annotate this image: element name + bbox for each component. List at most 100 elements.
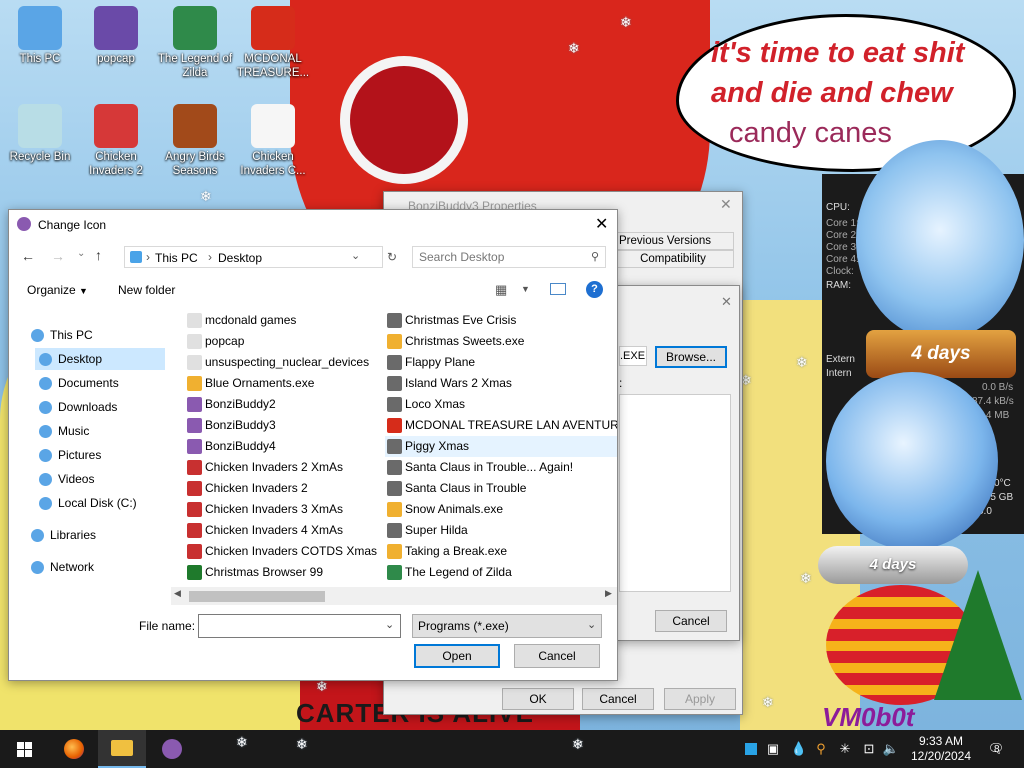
props-cancel-button[interactable]: Cancel [582, 688, 654, 710]
clock[interactable]: 9:33 AM 12/20/2024 [906, 730, 976, 768]
desktop-icon-the-legend-of-zilda[interactable]: The Legend of Zilda [157, 6, 233, 80]
file-item[interactable]: BonziBuddy4 [185, 436, 385, 457]
firefox-taskbar-button[interactable] [50, 730, 98, 768]
open-button[interactable]: Open [414, 644, 500, 668]
up-arrow-icon[interactable]: ↑ [95, 247, 102, 263]
desktop-icon-chicken-invaders-c[interactable]: Chicken Invaders C... [235, 104, 311, 178]
tray-app-icon[interactable]: ▣ [764, 730, 782, 768]
desktop-icon-popcap[interactable]: popcap [78, 6, 154, 66]
nav-item-downloads[interactable]: Downloads [35, 396, 165, 418]
snowglobe-top [856, 140, 1024, 340]
view-chevron-down-icon[interactable]: ▼ [521, 284, 530, 294]
nav-item-this-pc[interactable]: This PC [27, 324, 175, 346]
network-icon[interactable]: ⊡ [860, 730, 878, 768]
search-input[interactable]: Search Desktop ⚲ [412, 246, 606, 268]
file-item[interactable]: Super Hilda [385, 520, 617, 541]
nav-item-videos[interactable]: Videos [35, 468, 165, 490]
desktop-icon-chicken-invaders-2[interactable]: Chicken Invaders 2 [78, 104, 154, 178]
tab-compatibility[interactable]: Compatibility [612, 250, 734, 268]
file-item[interactable]: Santa Claus in Trouble [385, 478, 617, 499]
file-item[interactable]: mcdonald games [185, 310, 385, 331]
desktop-icon-angry-birds-seasons[interactable]: Angry Birds Seasons [157, 104, 233, 178]
sub-exe-field[interactable]: .EXE [619, 346, 647, 366]
icon-list-box[interactable] [619, 394, 731, 592]
file-item[interactable]: Christmas Browser 99 [185, 562, 385, 583]
file-item[interactable]: Santa Claus in Trouble... Again! [385, 457, 617, 478]
filename-input[interactable]: ⌄ [198, 614, 401, 638]
file-item[interactable]: Chicken Invaders COTDS Xmas [185, 541, 385, 562]
horizontal-scrollbar[interactable]: ◀ ▶ [171, 587, 617, 605]
tray-square-icon[interactable] [742, 730, 760, 768]
firefox-icon [64, 739, 84, 759]
file-item[interactable]: Christmas Eve Crisis [385, 310, 617, 331]
nav-item-desktop[interactable]: Desktop [35, 348, 165, 370]
breadcrumb-this-pc[interactable]: This PC [155, 251, 198, 265]
dialog-titlebar: Change Icon ✕ [9, 210, 617, 240]
file-item[interactable]: Taking a Break.exe [385, 541, 617, 562]
file-item[interactable]: Blue Ornaments.exe [185, 373, 385, 394]
nav-item-network[interactable]: Network [27, 556, 175, 578]
organize-menu[interactable]: Organize ▼ [27, 283, 88, 297]
file-item[interactable]: Chicken Invaders 2 XmAs [185, 457, 385, 478]
nav-item-libraries[interactable]: Libraries [27, 524, 175, 546]
preview-pane-icon[interactable] [550, 283, 566, 295]
nav-item-music[interactable]: Music [35, 420, 165, 442]
filetype-select[interactable]: Programs (*.exe) ⌄ [412, 614, 602, 638]
bonzi-taskbar-button[interactable] [148, 730, 196, 768]
recent-chevron-down-icon[interactable]: ⌄ [77, 248, 85, 259]
file-item[interactable]: MCDONAL TREASURE LAN AVENTURE F [385, 415, 617, 436]
new-folder-button[interactable]: New folder [118, 283, 175, 297]
file-item[interactable]: The Legend of Zilda [385, 562, 617, 583]
filetype-chevron-down-icon[interactable]: ⌄ [587, 618, 596, 631]
back-arrow-icon[interactable]: ← [21, 248, 35, 264]
file-item[interactable]: Piggy Xmas [385, 436, 617, 457]
file-item[interactable]: Snow Animals.exe [385, 499, 617, 520]
nav-item-documents[interactable]: Documents [35, 372, 165, 394]
file-item[interactable]: Loco Xmas [385, 394, 617, 415]
nav-item-pictures[interactable]: Pictures [35, 444, 165, 466]
view-options-icon[interactable]: ▦ [495, 282, 507, 298]
notification-button[interactable]: 🗨 8 [984, 730, 1008, 768]
address-bar[interactable]: › This PC › Desktop ⌄ ↻ [124, 246, 397, 268]
dialog-close-button[interactable]: ✕ [595, 214, 608, 234]
refresh-icon[interactable]: ↻ [387, 250, 397, 264]
file-item[interactable]: BonziBuddy3 [185, 415, 385, 436]
start-button[interactable] [0, 730, 48, 768]
tray-search-icon[interactable]: ⚲ [812, 730, 830, 768]
tray-star-icon[interactable]: ✳ [836, 730, 854, 768]
file-item[interactable]: popcap [185, 331, 385, 352]
props-ok-button[interactable]: OK [502, 688, 574, 710]
help-icon[interactable]: ? [586, 281, 603, 298]
tray-drop-icon[interactable]: 💧 [790, 730, 808, 768]
nav-item-local-disk-c[interactable]: Local Disk (C:) [35, 492, 165, 514]
scroll-right-icon[interactable]: ▶ [605, 588, 612, 599]
browse-button[interactable]: Browse... [655, 346, 727, 368]
desktop-icon-mcdonal-treasure[interactable]: MCDONAL TREASURE... [235, 6, 311, 80]
file-explorer-taskbar-button[interactable] [98, 730, 146, 768]
sub-close-button[interactable]: ✕ [721, 294, 732, 310]
forward-arrow-icon[interactable]: → [51, 248, 65, 264]
dialog-cancel-button[interactable]: Cancel [514, 644, 600, 668]
tab-previous-versions[interactable]: Previous Versions [612, 232, 734, 250]
file-item[interactable]: Flappy Plane [385, 352, 617, 373]
address-chevron-down-icon[interactable]: ⌄ [351, 249, 360, 262]
sub-cancel-button[interactable]: Cancel [655, 610, 727, 632]
volume-icon[interactable]: 🔈 [882, 730, 900, 768]
desktop-icon-recycle-bin[interactable]: Recycle Bin [2, 104, 78, 164]
file-item[interactable]: Chicken Invaders 3 XmAs [185, 499, 385, 520]
file-item[interactable]: BonziBuddy2 [185, 394, 385, 415]
file-item[interactable]: unsuspecting_nuclear_devices [185, 352, 385, 373]
scrollbar-thumb[interactable] [189, 591, 325, 602]
file-item[interactable]: Chicken Invaders 2 [185, 478, 385, 499]
filename-chevron-down-icon[interactable]: ⌄ [385, 618, 394, 631]
file-item[interactable]: Island Wars 2 Xmas [385, 373, 617, 394]
props-apply-button[interactable]: Apply [664, 688, 736, 710]
bubble-line-1: it's time to eat shit [711, 37, 965, 69]
file-item[interactable]: Christmas Sweets.exe [385, 331, 617, 352]
breadcrumb-desktop[interactable]: Desktop [218, 251, 262, 265]
desktop-icon-this-pc[interactable]: This PC [2, 6, 78, 66]
file-item[interactable]: Chicken Invaders 4 XmAs [185, 520, 385, 541]
gadget-core-3: Core 3: [826, 242, 859, 253]
properties-close-button[interactable]: ✕ [720, 196, 732, 213]
scroll-left-icon[interactable]: ◀ [174, 588, 181, 599]
